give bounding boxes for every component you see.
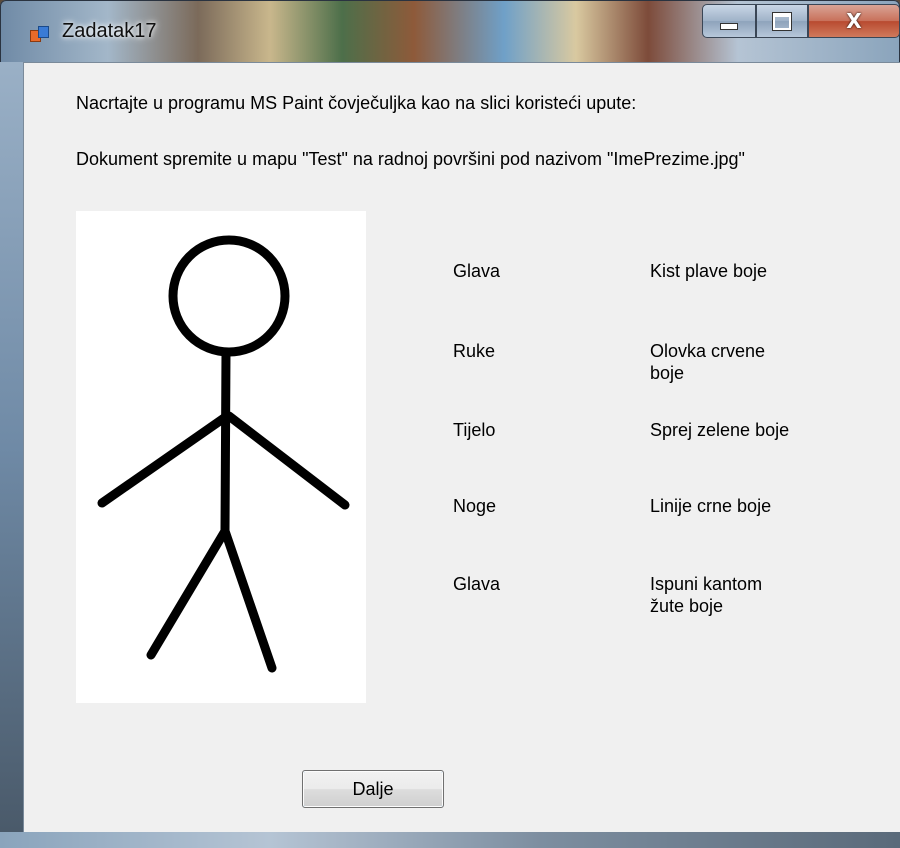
close-icon: X xyxy=(846,9,862,33)
stick-figure-image xyxy=(97,235,350,673)
figure-left-arm xyxy=(97,411,232,508)
step-part-2: Ruke xyxy=(453,341,496,361)
minimize-button[interactable] xyxy=(702,4,756,38)
maximize-button[interactable] xyxy=(756,4,808,38)
window-frame-left xyxy=(0,62,23,832)
figure-neck-body xyxy=(220,347,231,536)
stick-figure-picture xyxy=(76,211,366,703)
maximize-icon xyxy=(773,12,791,30)
next-button[interactable]: Dalje xyxy=(302,770,444,808)
title-bar[interactable]: Zadatak17 X xyxy=(0,0,900,62)
instruction-line-2: Dokument spremite u mapu "Test" na radno… xyxy=(76,149,745,169)
instruction-line-1: Nacrtajte u programu MS Paint čovječuljk… xyxy=(76,93,637,113)
figure-right-leg xyxy=(220,526,277,673)
figure-left-leg xyxy=(146,526,230,660)
app-window: Zadatak17 X Nacrtajte u programu MS Pain… xyxy=(0,0,900,848)
step-part-5: Glava xyxy=(453,574,501,594)
step-tool-4: Linije crne boje xyxy=(650,496,772,516)
step-tool-3: Sprej zelene boje xyxy=(650,420,790,440)
step-tool-2: Olovka crvene boje xyxy=(650,341,766,383)
figure-right-arm xyxy=(224,411,350,510)
app-icon[interactable] xyxy=(30,26,49,42)
close-button[interactable]: X xyxy=(808,4,900,38)
minimize-icon xyxy=(720,22,738,30)
step-part-3: Tijelo xyxy=(453,420,496,440)
window-frame-bottom xyxy=(0,832,900,848)
step-tool-1: Kist plave boje xyxy=(650,261,768,281)
step-part-1: Glava xyxy=(453,261,501,281)
step-tool-5: Ispuni kantom žute boje xyxy=(650,574,763,616)
figure-head xyxy=(168,235,290,357)
client-area: Nacrtajte u programu MS Paint čovječuljk… xyxy=(23,62,900,833)
window-title: Zadatak17 xyxy=(62,20,157,42)
step-part-4: Noge xyxy=(453,496,497,516)
